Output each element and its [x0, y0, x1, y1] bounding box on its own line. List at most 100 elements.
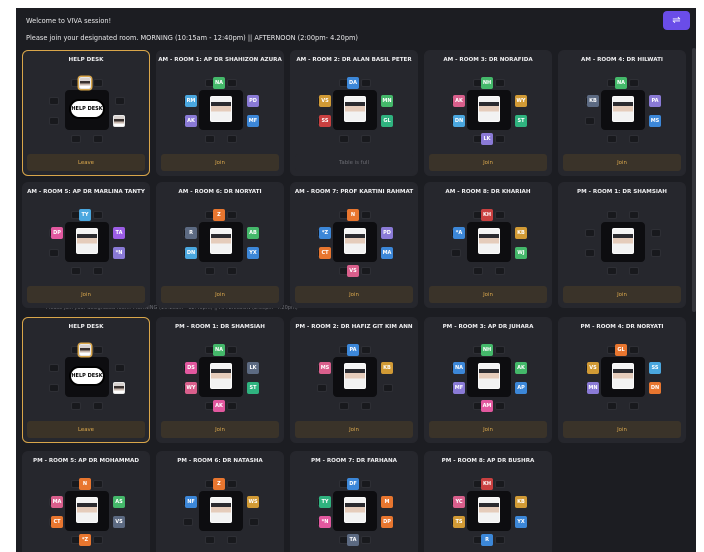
participant-avatar[interactable]: MS — [319, 362, 331, 374]
join-button[interactable]: Join — [295, 421, 413, 438]
participant-avatar[interactable]: LK — [247, 362, 259, 374]
empty-seat[interactable] — [495, 135, 505, 143]
participant-avatar[interactable]: DS — [185, 362, 197, 374]
participant-avatar[interactable]: NH — [481, 344, 493, 356]
participant-avatar[interactable]: DP — [381, 516, 393, 528]
participant-avatar[interactable]: WY — [185, 382, 197, 394]
participant-avatar[interactable]: *N — [113, 247, 125, 259]
empty-seat[interactable] — [361, 402, 371, 410]
empty-seat[interactable] — [227, 480, 237, 488]
participant-avatar[interactable]: KB — [515, 227, 527, 239]
room-card[interactable]: PM - ROOM 6: DR NATASHA Z WS NF — [156, 451, 284, 552]
participant-avatar[interactable]: YC — [453, 496, 465, 508]
room-card[interactable]: PM - ROOM 7: DR FARHANA DF M TY DP *N TA — [290, 451, 418, 552]
participant-avatar[interactable] — [113, 115, 125, 127]
participant-avatar[interactable]: TY — [319, 496, 331, 508]
empty-seat[interactable] — [629, 135, 639, 143]
empty-seat[interactable] — [361, 536, 371, 544]
scrollbar[interactable] — [692, 48, 696, 312]
empty-seat[interactable] — [227, 346, 237, 354]
room-card[interactable]: AM - ROOM 6: DR NORYATI Z AB R YX DN Join — [156, 182, 284, 308]
participant-avatar[interactable]: KH — [481, 209, 493, 221]
participant-avatar[interactable]: MN — [587, 382, 599, 394]
empty-seat[interactable] — [93, 79, 103, 87]
participant-avatar[interactable]: *A — [453, 227, 465, 239]
empty-seat[interactable] — [629, 346, 639, 354]
participant-avatar[interactable]: MA — [381, 247, 393, 259]
participant-avatar[interactable]: AB — [247, 227, 259, 239]
empty-seat[interactable] — [585, 117, 595, 125]
participant-avatar[interactable]: TA — [347, 534, 359, 546]
participant-avatar[interactable]: DN — [649, 382, 661, 394]
empty-seat[interactable] — [205, 536, 215, 544]
participant-avatar[interactable]: M — [381, 496, 393, 508]
empty-seat[interactable] — [651, 249, 661, 257]
participant-avatar[interactable]: DN — [185, 247, 197, 259]
participant-avatar[interactable]: PD — [381, 227, 393, 239]
participant-avatar[interactable]: AS — [113, 496, 125, 508]
participant-avatar[interactable]: N — [79, 478, 91, 490]
room-card[interactable]: PM - ROOM 5: AP DR MOHAMMAD N AS MA VS CT *Z — [22, 451, 150, 552]
participant-avatar[interactable] — [79, 77, 91, 89]
participant-avatar[interactable]: KH — [481, 478, 493, 490]
participant-avatar[interactable]: LK — [481, 133, 493, 145]
empty-seat[interactable] — [495, 211, 505, 219]
participant-avatar[interactable]: AK — [515, 362, 527, 374]
empty-seat[interactable] — [495, 480, 505, 488]
empty-seat[interactable] — [629, 402, 639, 410]
participant-avatar[interactable]: CT — [319, 247, 331, 259]
room-card[interactable]: PM - ROOM 3: AP DR JUHARA NH AK NA AP MF AM Joi… — [424, 317, 552, 443]
empty-seat[interactable] — [607, 135, 617, 143]
participant-avatar[interactable]: AM — [481, 400, 493, 412]
empty-seat[interactable] — [205, 267, 215, 275]
join-button[interactable]: Join — [161, 286, 279, 303]
participant-avatar[interactable]: YX — [515, 516, 527, 528]
empty-seat[interactable] — [585, 229, 595, 237]
empty-seat[interactable] — [71, 135, 81, 143]
participant-avatar[interactable]: MF — [247, 115, 259, 127]
empty-seat[interactable] — [495, 346, 505, 354]
empty-seat[interactable] — [227, 402, 237, 410]
participant-avatar[interactable]: *Z — [319, 227, 331, 239]
empty-seat[interactable] — [227, 135, 237, 143]
empty-seat[interactable] — [495, 402, 505, 410]
participant-avatar[interactable]: VS — [587, 362, 599, 374]
participant-avatar[interactable]: NA — [453, 362, 465, 374]
participant-avatar[interactable]: SS — [319, 115, 331, 127]
empty-seat[interactable] — [93, 536, 103, 544]
join-button[interactable]: Join — [429, 154, 547, 171]
participant-avatar[interactable]: WS — [247, 496, 259, 508]
room-card[interactable]: HELP DESK HELP DESK Leave — [22, 317, 150, 443]
room-card[interactable]: AM - ROOM 2: DR ALAN BASIL PETER DA MN VS GL… — [290, 50, 418, 176]
participant-avatar[interactable] — [79, 344, 91, 356]
empty-seat[interactable] — [361, 135, 371, 143]
participant-avatar[interactable]: *N — [319, 516, 331, 528]
participant-avatar[interactable]: NA — [615, 77, 627, 89]
empty-seat[interactable] — [49, 249, 59, 257]
participant-avatar[interactable]: MN — [381, 95, 393, 107]
join-button[interactable]: Join — [161, 421, 279, 438]
empty-seat[interactable] — [339, 402, 349, 410]
empty-seat[interactable] — [607, 402, 617, 410]
join-button[interactable]: Join — [295, 286, 413, 303]
participant-avatar[interactable]: R — [185, 227, 197, 239]
empty-seat[interactable] — [227, 536, 237, 544]
participant-avatar[interactable]: DN — [453, 115, 465, 127]
participant-avatar[interactable]: GL — [615, 344, 627, 356]
room-card[interactable]: AM - ROOM 3: DR NORAFIDA NH WY AK ST DN LK Join — [424, 50, 552, 176]
participant-avatar[interactable]: NA — [213, 77, 225, 89]
empty-seat[interactable] — [495, 267, 505, 275]
participant-avatar[interactable]: AK — [185, 115, 197, 127]
participant-avatar[interactable]: GL — [381, 115, 393, 127]
participant-avatar[interactable]: KB — [381, 362, 393, 374]
participant-avatar[interactable]: R — [481, 534, 493, 546]
join-button[interactable]: Join — [429, 286, 547, 303]
participant-avatar[interactable]: ST — [247, 382, 259, 394]
empty-seat[interactable] — [227, 79, 237, 87]
leave-button[interactable]: Leave — [27, 421, 145, 438]
participant-avatar[interactable]: MF — [453, 382, 465, 394]
empty-seat[interactable] — [93, 267, 103, 275]
empty-seat[interactable] — [361, 346, 371, 354]
participant-avatar[interactable]: N — [347, 209, 359, 221]
participant-avatar[interactable] — [113, 382, 125, 394]
